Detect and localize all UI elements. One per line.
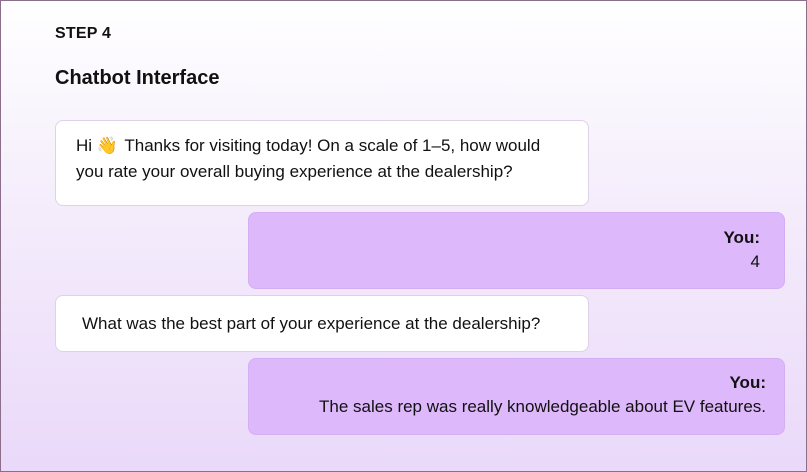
user-message-text: The sales rep was really knowledgeable a… — [319, 397, 766, 416]
bot-message-text: What was the best part of your experienc… — [82, 314, 541, 333]
user-speaker-label: You: — [723, 228, 760, 247]
bot-message-text: Thanks for visiting today! On a scale of… — [76, 136, 541, 181]
bot-message-best-part-question: What was the best part of your experienc… — [55, 295, 589, 352]
page-title: Chatbot Interface — [55, 67, 220, 89]
user-message-rating-answer: You: 4 — [248, 212, 785, 289]
greeting-text: Hi — [76, 136, 93, 155]
waving-hand-icon: 👋 — [96, 136, 118, 155]
user-message-best-part-answer: You: The sales rep was really knowledgea… — [248, 358, 785, 435]
step-label: STEP 4 — [55, 25, 112, 42]
user-message-text: 4 — [750, 252, 760, 271]
chatbot-panel: STEP 4 Chatbot Interface Hi 👋 Thanks for… — [0, 0, 807, 472]
user-speaker-label: You: — [729, 373, 766, 392]
bot-message-rating-question: Hi 👋 Thanks for visiting today! On a sca… — [55, 120, 589, 206]
